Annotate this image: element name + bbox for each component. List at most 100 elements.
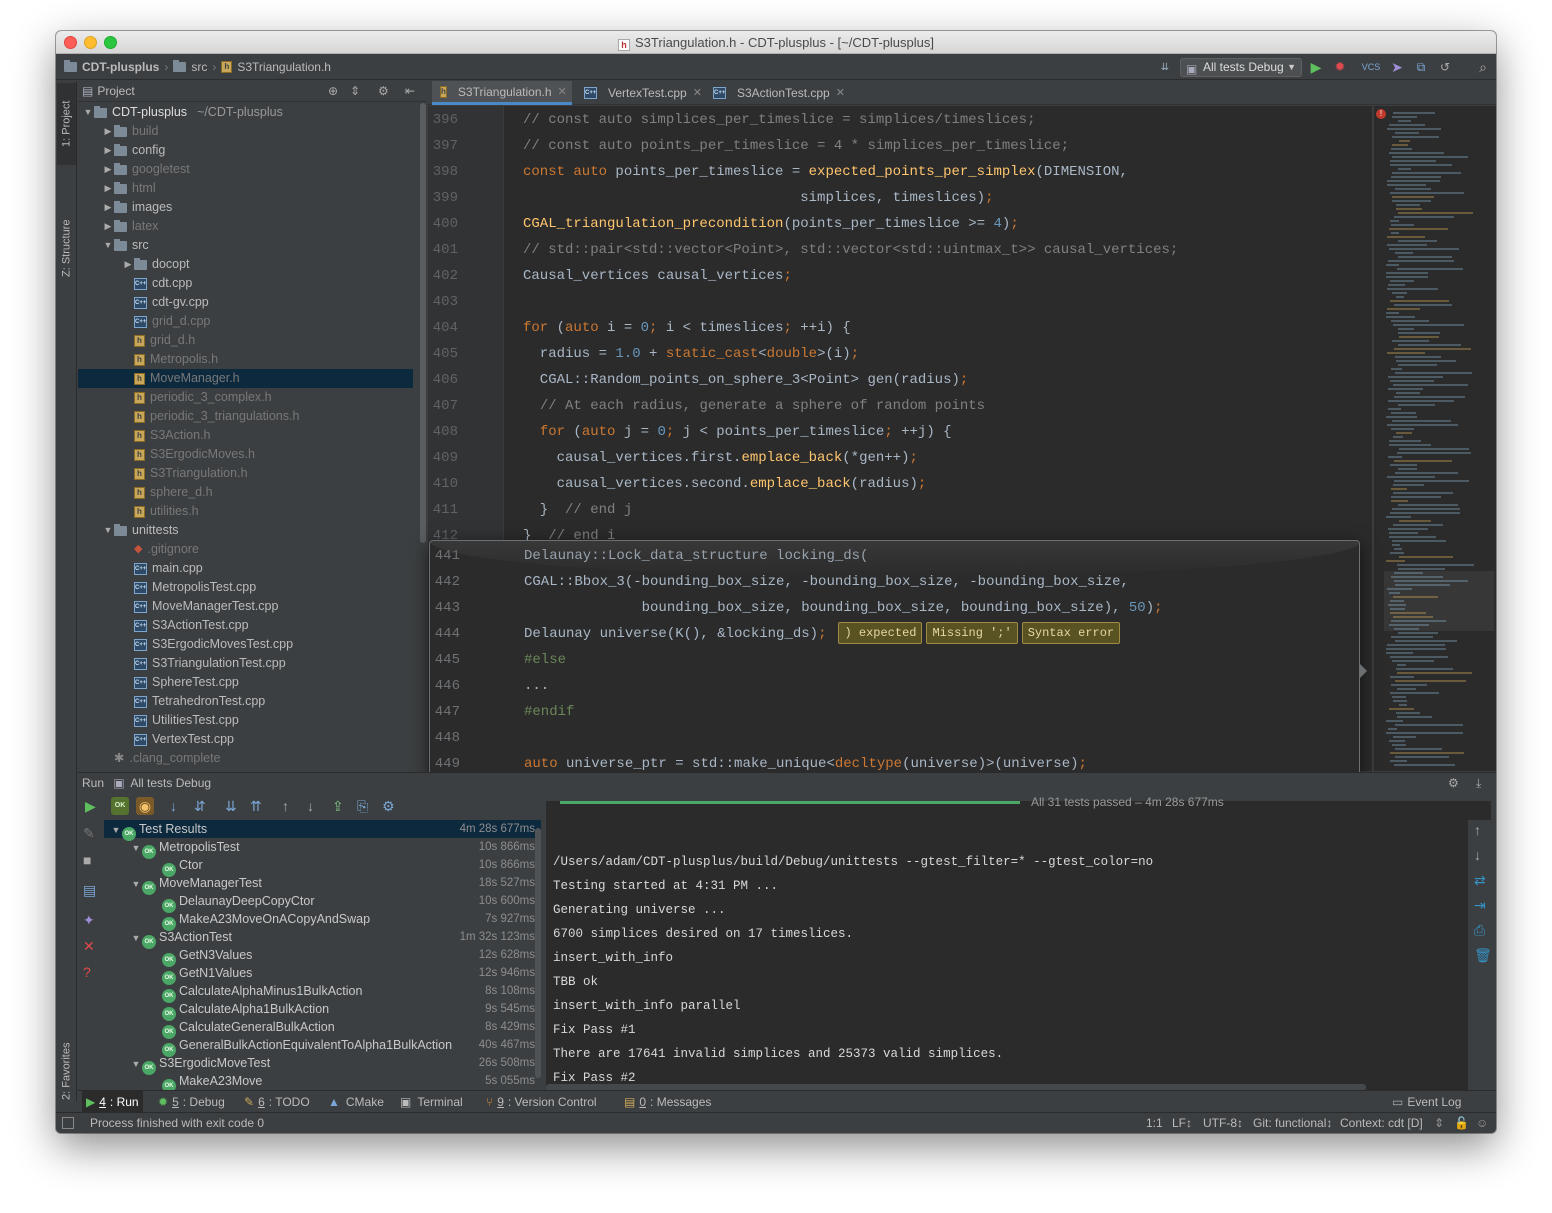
gear-icon[interactable]: ⚙ bbox=[378, 81, 389, 102]
previous-icon[interactable]: ↑ bbox=[282, 798, 289, 814]
project-tree-item[interactable]: ▶ docopt bbox=[78, 255, 413, 274]
tool-tab-messages[interactable]: ▤ 0: Messages bbox=[620, 1091, 715, 1113]
resolve-context[interactable]: Context: cdt [D] bbox=[1340, 1113, 1423, 1133]
project-tree-item[interactable]: ◆ .gitignore bbox=[78, 540, 413, 559]
run-configuration-select[interactable]: ▣ All tests Debug ▼ bbox=[1180, 58, 1302, 77]
expand-right-icon[interactable]: ▶ bbox=[102, 179, 114, 198]
project-tree-item[interactable]: C++ TetrahedronTest.cpp bbox=[78, 692, 413, 711]
run-icon[interactable]: ▶ bbox=[1308, 58, 1324, 76]
export-icon[interactable]: ⇪ bbox=[332, 798, 344, 815]
expand-down-icon[interactable]: ▼ bbox=[102, 521, 114, 540]
project-tree-item[interactable]: C++ S3TriangulationTest.cpp bbox=[78, 654, 413, 673]
close-icon[interactable]: ✕ bbox=[83, 938, 95, 955]
sort-duration-icon[interactable]: ⇵ bbox=[194, 798, 206, 815]
project-tree-item[interactable]: h S3ErgodicMoves.h bbox=[78, 445, 413, 464]
gear-icon[interactable]: ⚙ bbox=[382, 798, 395, 815]
test-result-row[interactable]: ▼ OK Test Results 4m 28s 677ms bbox=[104, 820, 541, 841]
expand-down-icon[interactable]: ▼ bbox=[102, 236, 114, 255]
event-log-tab[interactable]: ▭ Event Log bbox=[1388, 1091, 1465, 1113]
stop-icon[interactable]: ■ bbox=[83, 852, 91, 868]
help-icon[interactable]: ? bbox=[83, 964, 91, 980]
hide-panel-icon[interactable]: ⇤ bbox=[405, 81, 415, 102]
project-tree-item[interactable]: h S3Triangulation.h bbox=[78, 464, 413, 483]
project-tree-item[interactable]: C++ S3ErgodicMovesTest.cpp bbox=[78, 635, 413, 654]
project-tree-item[interactable]: C++ VertexTest.cpp bbox=[78, 730, 413, 749]
editor-tab[interactable]: C++ S3ActionTest.cpp ✕ bbox=[705, 81, 845, 105]
expand-right-icon[interactable]: ▶ bbox=[102, 160, 114, 179]
tool-tab-debug[interactable]: ✹ 5: Debug bbox=[154, 1091, 229, 1113]
locate-icon[interactable]: ⊕ bbox=[328, 81, 338, 102]
test-result-row[interactable]: ▼ OK MetropolisTest 10s 866ms bbox=[104, 838, 541, 859]
next-icon[interactable]: ↓ bbox=[307, 798, 314, 814]
sort-alpha-icon[interactable]: ↓ bbox=[170, 798, 177, 814]
project-scrollbar[interactable] bbox=[419, 103, 427, 769]
error-badge[interactable]: ) expected bbox=[838, 622, 923, 645]
test-result-row[interactable]: OK MakeA23Move 5s 055ms bbox=[104, 1072, 541, 1093]
test-result-row[interactable]: OK CalculateAlphaMinus1BulkAction 8s 108ms bbox=[104, 982, 541, 1003]
tool-tab-favorites[interactable]: 2: Favorites bbox=[57, 1021, 76, 1121]
project-tree-item[interactable]: ✱ .clang_complete bbox=[78, 749, 413, 768]
project-tree-item[interactable]: h sphere_d.h bbox=[78, 483, 413, 502]
close-icon[interactable]: ✕ bbox=[558, 80, 567, 104]
tool-tab-vcs[interactable]: ⑂ 9: Version Control bbox=[482, 1091, 601, 1113]
lock-icon[interactable]: 🔓 bbox=[1454, 1113, 1469, 1133]
test-result-row[interactable]: OK MakeA23MoveOnACopyAndSwap 7s 927ms bbox=[104, 910, 541, 931]
project-tree-item[interactable]: C++ S3ActionTest.cpp bbox=[78, 616, 413, 635]
toggle-tool-windows-icon[interactable] bbox=[62, 1117, 74, 1129]
tool-tab-terminal[interactable]: ▣ Terminal bbox=[396, 1091, 467, 1113]
project-tree-item[interactable]: C++ MetropolisTest.cpp bbox=[78, 578, 413, 597]
vcs-compare-icon[interactable]: ⧉ bbox=[1412, 58, 1430, 76]
expand-down-icon[interactable]: ▼ bbox=[110, 821, 122, 839]
tool-tab-cmake[interactable]: ▲ CMake bbox=[324, 1091, 388, 1113]
expand-down-icon[interactable]: ▼ bbox=[130, 1055, 142, 1073]
project-tree-item[interactable]: h periodic_3_triangulations.h bbox=[78, 407, 413, 426]
error-badge[interactable]: Syntax error bbox=[1021, 622, 1121, 645]
project-tree-item[interactable]: h grid_d.h bbox=[78, 331, 413, 350]
editor-tab[interactable]: h S3Triangulation.h ✕ bbox=[432, 81, 572, 105]
scroll-up-icon[interactable]: ↑ bbox=[1474, 822, 1481, 838]
test-result-row[interactable]: OK GetN3Values 12s 628ms bbox=[104, 946, 541, 967]
test-result-row[interactable]: OK DelaunayDeepCopyCtor 10s 600ms bbox=[104, 892, 541, 913]
project-tree-item[interactable]: C++ cdt-gv.cpp bbox=[78, 293, 413, 312]
close-icon[interactable]: ✕ bbox=[836, 81, 845, 105]
project-tree-item[interactable]: h S3Action.h bbox=[78, 426, 413, 445]
expand-right-icon[interactable]: ▶ bbox=[122, 255, 134, 274]
scroll-to-end-icon[interactable]: ⇥ bbox=[1474, 897, 1486, 914]
results-vscrollbar[interactable] bbox=[535, 828, 541, 1078]
project-tree-item[interactable]: C++ SphereTest.cpp bbox=[78, 673, 413, 692]
expand-right-icon[interactable]: ▶ bbox=[102, 198, 114, 217]
test-result-row[interactable]: OK GeneralBulkActionEquivalentToAlpha1Bul… bbox=[104, 1036, 541, 1057]
test-result-row[interactable]: OK Ctor 10s 866ms bbox=[104, 856, 541, 877]
test-result-row[interactable]: ▼ OK MoveManagerTest 18s 527ms bbox=[104, 874, 541, 895]
collapse-all-icon[interactable]: ⇕ bbox=[350, 81, 360, 102]
breadcrumb-project[interactable]: CDT-plusplus bbox=[82, 60, 159, 74]
expand-right-icon[interactable]: ▶ bbox=[102, 141, 114, 160]
project-tree-item[interactable]: h MoveManager.h bbox=[78, 369, 413, 388]
breadcrumb-src[interactable]: src bbox=[191, 60, 207, 74]
error-stripe-minimap[interactable]: ! bbox=[1373, 106, 1496, 771]
vcs-commit-icon[interactable]: ➤ bbox=[1388, 58, 1406, 76]
caret-position[interactable]: 1:1 bbox=[1146, 1113, 1163, 1133]
test-result-row[interactable]: ▼ OK S3ErgodicMoveTest 26s 508ms bbox=[104, 1054, 541, 1075]
breadcrumb-file[interactable]: S3Triangulation.h bbox=[237, 60, 331, 74]
hide-panel-icon[interactable]: ⤓ bbox=[1476, 773, 1481, 794]
tool-tab-structure[interactable]: Z: Structure bbox=[57, 203, 76, 293]
debug-icon[interactable]: ✹ bbox=[1331, 58, 1349, 76]
expand-down-icon[interactable]: ▼ bbox=[130, 875, 142, 893]
expand-all-icon[interactable]: ⇊ bbox=[225, 798, 237, 815]
close-icon[interactable]: ✕ bbox=[693, 81, 702, 105]
project-tree-item[interactable]: C++ cdt.cpp bbox=[78, 274, 413, 293]
line-separator[interactable]: LF↕ bbox=[1172, 1113, 1192, 1133]
gear-icon[interactable]: ⚙ bbox=[1448, 773, 1459, 794]
history-icon[interactable]: ↺ bbox=[1436, 58, 1454, 76]
project-tree-item[interactable]: ▶ latex bbox=[78, 217, 413, 236]
search-icon[interactable]: ⌕ bbox=[1474, 58, 1492, 76]
inspector-icon[interactable]: ☺ bbox=[1476, 1113, 1488, 1133]
vcs-update-icon[interactable]: VCS bbox=[1362, 58, 1381, 76]
project-tree-item[interactable]: h periodic_3_complex.h bbox=[78, 388, 413, 407]
error-indicator-icon[interactable]: ! bbox=[1376, 109, 1386, 119]
soft-wrap-icon[interactable]: ⇄ bbox=[1474, 872, 1486, 889]
layout-icon[interactable]: ▤ bbox=[83, 882, 96, 899]
expand-down-icon[interactable]: ▼ bbox=[82, 103, 94, 122]
clear-all-icon[interactable]: 🗑 bbox=[1474, 947, 1492, 964]
